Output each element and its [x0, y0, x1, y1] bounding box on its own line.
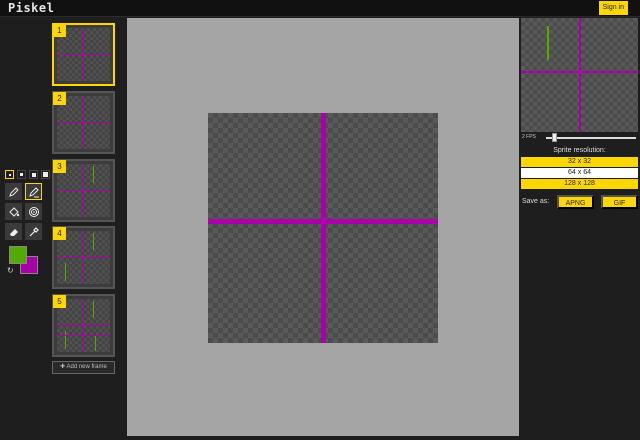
frame-number: 3 — [53, 160, 66, 173]
sign-in-button[interactable]: Sign in — [598, 1, 628, 15]
paint-bucket-tool[interactable] — [5, 203, 22, 220]
frame-number: 2 — [53, 92, 66, 105]
add-new-frame-button[interactable]: ✚ Add new frame — [52, 361, 115, 374]
resolution-128[interactable]: 128 x 128 — [521, 179, 638, 189]
frame-tile[interactable]: 1 — [52, 23, 115, 86]
color-swatches: ↻ — [7, 246, 41, 278]
swap-colors-icon[interactable]: ↻ — [7, 266, 14, 275]
pen-size-4[interactable] — [41, 170, 50, 179]
frame-tile[interactable]: 3 — [52, 159, 115, 222]
vertical-mirror-pen-tool[interactable] — [25, 183, 42, 200]
frame-number: 5 — [53, 295, 66, 308]
frame-number: 1 — [53, 24, 66, 37]
app-logo: Piskel — [8, 1, 55, 15]
save-as-label: Save as: — [522, 198, 550, 205]
drawing-area[interactable] — [127, 18, 519, 436]
preview-drawing — [521, 18, 638, 132]
frame-number: 4 — [53, 227, 66, 240]
eraser-icon — [9, 228, 18, 236]
paint-same-color-tool[interactable] — [25, 203, 42, 220]
pen-size-2[interactable] — [17, 170, 26, 179]
pen-size-3[interactable] — [29, 170, 38, 179]
add-new-frame-label: Add new frame — [66, 364, 107, 370]
save-gif-button[interactable]: GIF — [601, 195, 638, 209]
resolution-64[interactable]: 64 x 64 — [521, 168, 638, 178]
fps-slider-track[interactable] — [546, 137, 636, 139]
canvas-horizontal-line — [208, 219, 438, 224]
fps-label: 2 FPS — [522, 134, 536, 140]
target-icon — [28, 206, 39, 217]
frame-tile[interactable]: 2 — [52, 91, 115, 154]
pencil-icon — [28, 186, 39, 197]
pencil-icon — [8, 186, 19, 197]
eyedropper-icon — [29, 226, 39, 236]
fps-slider-handle[interactable] — [552, 133, 557, 142]
frame-tile[interactable]: 4 — [52, 226, 115, 289]
eraser-tool[interactable] — [5, 223, 22, 240]
pen-tool[interactable] — [5, 183, 22, 200]
sprite-resolution-title: Sprite resolution: — [553, 147, 606, 154]
primary-color-swatch[interactable] — [9, 246, 27, 264]
bucket-icon — [8, 206, 19, 217]
frame-tile[interactable]: 5 — [52, 294, 115, 357]
tool-palette — [5, 183, 42, 240]
pen-size-selector — [5, 170, 50, 179]
canvas-drawing — [208, 113, 438, 343]
resolution-32[interactable]: 32 x 32 — [521, 157, 638, 167]
top-bar: Piskel Sign in — [0, 0, 640, 17]
pen-size-1[interactable] — [5, 170, 14, 179]
animation-preview — [521, 18, 638, 132]
color-picker-tool[interactable] — [25, 223, 42, 240]
drawing-canvas[interactable] — [208, 113, 438, 343]
canvas-vertical-line — [321, 113, 326, 343]
save-apng-button[interactable]: APNG — [557, 195, 594, 209]
